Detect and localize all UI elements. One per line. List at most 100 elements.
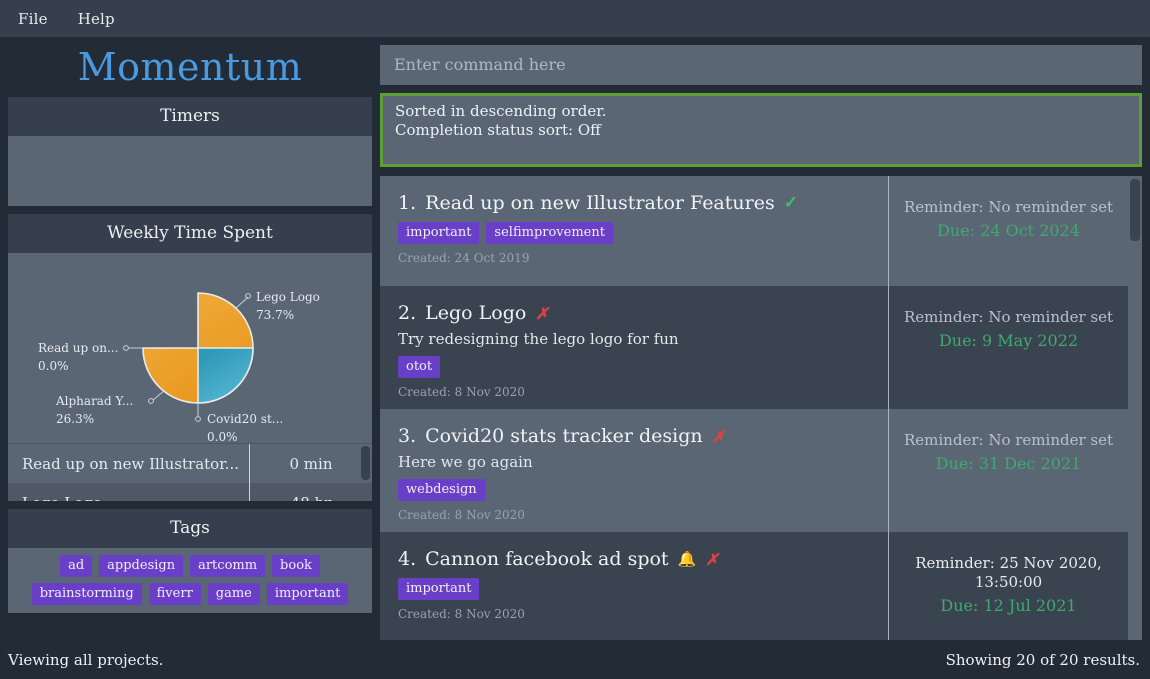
task-tag-pill[interactable]: important: [398, 578, 480, 601]
reminder-label: Reminder:: [903, 198, 984, 217]
task-list-rows: 1. Read up on new Illustrator Features ✓…: [380, 176, 1128, 640]
task-tag-pill[interactable]: important: [398, 222, 480, 245]
weekly-time-header: Weekly Time Spent: [8, 214, 372, 253]
task-row[interactable]: 4. Cannon facebook ad spot 🔔 ✗ important…: [380, 532, 1128, 640]
task-due-date: Due: 12 Jul 2021: [940, 595, 1077, 615]
task-tag-pill[interactable]: webdesign: [398, 479, 485, 502]
task-main: 2. Lego Logo ✗ Try redesigning the lego …: [380, 286, 888, 409]
task-title-line: 2. Lego Logo ✗: [398, 302, 874, 324]
task-title: Read up on new Illustrator Features: [425, 192, 775, 215]
tags-list: ad appdesign artcomm book brainstorming …: [8, 548, 372, 613]
tag-pill[interactable]: game: [207, 583, 260, 605]
tag-pill[interactable]: book: [272, 555, 320, 577]
tag-pill[interactable]: artcomm: [190, 555, 266, 577]
task-created-date: Created: 8 Nov 2020: [398, 508, 525, 523]
task-row[interactable]: 2. Lego Logo ✗ Try redesigning the lego …: [380, 286, 1128, 410]
pie-callout-dot-lego: [245, 293, 251, 299]
task-tags: otot: [398, 356, 874, 379]
task-tags: important: [398, 578, 874, 601]
main-layout: Momentum Timers Weekly Time Spent Lego L…: [0, 37, 1150, 640]
pie-chart-svg: Lego Logo 73.7% Read up on... 0.0% Alpha…: [38, 290, 320, 443]
menu-item-help[interactable]: Help: [78, 10, 115, 28]
task-index: 3.: [398, 425, 417, 448]
task-title: Lego Logo: [425, 302, 527, 325]
pie-slice-alpharad: [197, 347, 254, 404]
content-area: Enter command here Sorted in descending …: [380, 37, 1150, 640]
task-created-date: Created: 8 Nov 2020: [398, 385, 525, 400]
tag-row-2: brainstorming fiverr game important: [31, 583, 349, 605]
command-input[interactable]: Enter command here: [380, 45, 1142, 85]
time-table-scrollbar-thumb[interactable]: [361, 446, 370, 480]
tag-pill[interactable]: important: [266, 583, 349, 605]
task-title-line: 4. Cannon facebook ad spot 🔔 ✗: [398, 548, 874, 570]
task-index: 2.: [398, 302, 417, 325]
tag-row-1: ad appdesign artcomm book: [60, 555, 320, 577]
timers-list[interactable]: [8, 136, 372, 206]
reminder-value: No reminder set: [988, 308, 1114, 327]
task-description: Here we go again: [398, 453, 533, 472]
cross-icon: ✗: [711, 426, 726, 446]
task-side-panel: Reminder: 25 Nov 2020, 13:50:00 Due: 12 …: [888, 532, 1128, 640]
task-description: Try redesigning the lego logo for fun: [398, 330, 679, 349]
table-row[interactable]: Read up on new Illustrator... 0 min: [8, 444, 372, 483]
weekly-time-pie-chart: Lego Logo 73.7% Read up on... 0.0% Alpha…: [8, 253, 372, 443]
time-row-name: Read up on new Illustrator...: [22, 454, 240, 473]
status-message-box: Sorted in descending order. Completion s…: [380, 92, 1142, 168]
task-title-line: 3. Covid20 stats tracker design ✗: [398, 425, 874, 447]
tag-pill[interactable]: appdesign: [99, 555, 184, 577]
pie-callout-dot-alpharad: [148, 398, 154, 404]
task-row[interactable]: 3. Covid20 stats tracker design ✗ Here w…: [380, 409, 1128, 533]
task-due-date: Due: 9 May 2022: [938, 331, 1079, 351]
task-index: 4.: [398, 548, 417, 571]
status-bar: Viewing all projects. Showing 20 of 20 r…: [0, 640, 1150, 679]
cross-icon: ✗: [705, 549, 719, 569]
bell-icon: 🔔: [677, 550, 697, 569]
task-reminder: Reminder: 25 Nov 2020, 13:50:00: [903, 554, 1114, 592]
task-index: 1.: [398, 192, 417, 215]
sidebar: Momentum Timers Weekly Time Spent Lego L…: [0, 37, 380, 640]
task-title: Cannon facebook ad spot: [425, 548, 669, 571]
task-side-panel: Reminder: No reminder set Due: 31 Dec 20…: [888, 409, 1128, 533]
task-tag-pill[interactable]: otot: [398, 356, 441, 379]
task-created-date: Created: 8 Nov 2020: [398, 607, 525, 622]
app-title: Momentum: [77, 45, 303, 89]
table-row[interactable]: Lego Logo 48 hr: [8, 483, 372, 501]
task-due-date: Due: 31 Dec 2021: [935, 454, 1082, 474]
task-list-scrollbar-thumb[interactable]: [1130, 179, 1140, 242]
pie-callout-line-alpharad: [152, 389, 166, 401]
tag-pill[interactable]: fiverr: [148, 583, 201, 605]
tag-pill[interactable]: brainstorming: [31, 583, 142, 605]
task-main: 1. Read up on new Illustrator Features ✓…: [380, 176, 888, 286]
reminder-label: Reminder:: [915, 554, 995, 573]
reminder-label: Reminder:: [903, 308, 984, 327]
task-title-line: 1. Read up on new Illustrator Features ✓: [398, 192, 874, 214]
task-reminder: Reminder: No reminder set: [903, 198, 1114, 217]
tag-pill[interactable]: ad: [60, 555, 93, 577]
time-row-name: Lego Logo: [8, 494, 249, 502]
weekly-time-panel: Weekly Time Spent Lego Logo 73.7% Read u…: [8, 214, 372, 501]
time-row-value: 48 hr: [250, 494, 372, 502]
task-reminder: Reminder: No reminder set: [903, 308, 1114, 327]
reminder-value: No reminder set: [988, 198, 1114, 217]
task-row[interactable]: 1. Read up on new Illustrator Features ✓…: [380, 176, 1128, 287]
pie-value-read-up: 0.0%: [38, 359, 69, 373]
reminder-label: Reminder:: [903, 431, 984, 450]
status-line-1: Sorted in descending order.: [395, 101, 607, 120]
reminder-value: No reminder set: [988, 431, 1114, 450]
menu-item-file[interactable]: File: [18, 10, 48, 28]
task-list-scrollbar[interactable]: [1128, 176, 1142, 640]
pie-label-alpharad: Alpharad Y...: [55, 394, 133, 408]
timers-header: Timers: [8, 97, 372, 136]
tags-panel: Tags ad appdesign artcomm book brainstor…: [8, 509, 372, 613]
weekly-time-table[interactable]: Read up on new Illustrator... 0 min Lego…: [8, 443, 372, 501]
time-row-value: 0 min: [289, 454, 333, 473]
timers-panel: Timers: [8, 97, 372, 206]
task-list: 1. Read up on new Illustrator Features ✓…: [380, 176, 1142, 640]
pie-label-lego-logo: Lego Logo: [256, 290, 320, 304]
task-side-panel: Reminder: No reminder set Due: 9 May 202…: [888, 286, 1128, 410]
task-created-date: Created: 24 Oct 2019: [398, 251, 530, 266]
pie-value-alpharad: 26.3%: [56, 412, 94, 426]
task-title: Covid20 stats tracker design: [425, 425, 703, 448]
task-tag-pill[interactable]: selfimprovement: [486, 222, 613, 245]
check-icon: ✓: [783, 193, 798, 214]
